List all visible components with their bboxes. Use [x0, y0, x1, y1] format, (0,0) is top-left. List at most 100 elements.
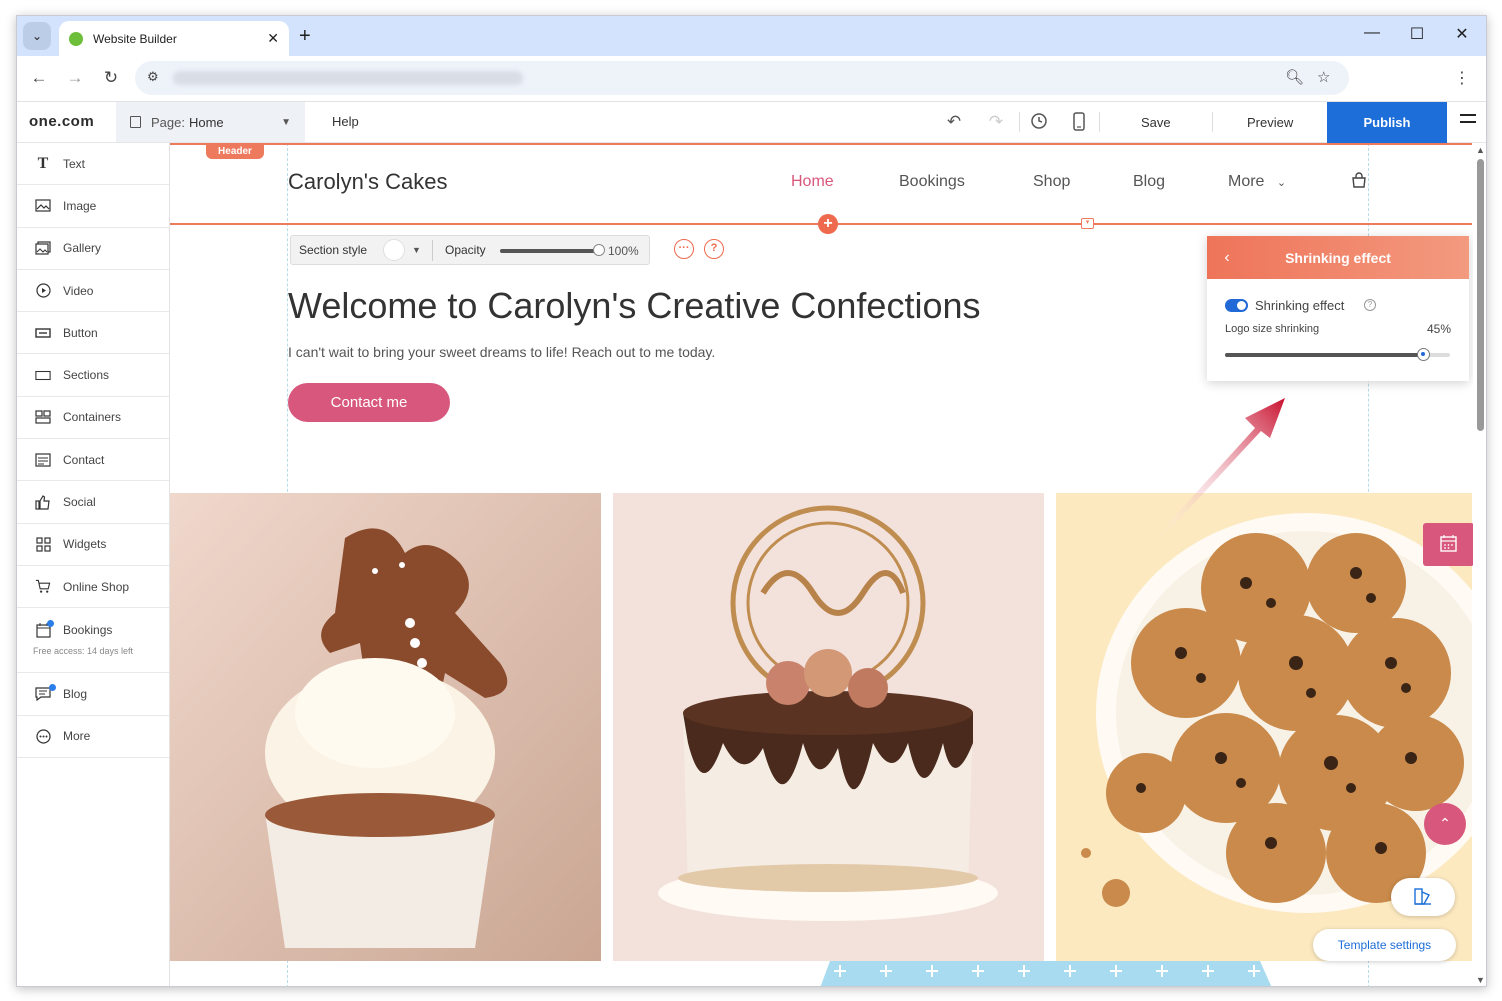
- reload-icon[interactable]: ↻: [99, 68, 123, 88]
- address-bar[interactable]: ⚙ 🔍︎ ☆: [135, 61, 1349, 95]
- hamburger-menu-icon[interactable]: [1460, 114, 1476, 128]
- template-settings-button[interactable]: Template settings: [1313, 929, 1456, 961]
- button-icon: [35, 326, 51, 340]
- sidebar-item-label: Bookings: [63, 623, 113, 638]
- hero-subtext[interactable]: I can't wait to bring your sweet dreams …: [288, 344, 715, 360]
- new-tab-button[interactable]: +: [299, 25, 311, 48]
- slider-handle[interactable]: [1417, 348, 1430, 361]
- sidebar-item-text[interactable]: T Text: [17, 143, 169, 186]
- browser-window: ⌄ Website Builder ✕ + — ☐ ✕ ← → ↻ ⚙ 🔍︎ ☆…: [16, 15, 1487, 987]
- sidebar-item-button[interactable]: Button: [17, 312, 169, 355]
- nav-item-home[interactable]: Home: [791, 173, 834, 191]
- chevron-down-icon: ⌄: [1276, 177, 1287, 189]
- cart-icon: [35, 579, 51, 594]
- page-label: Page:: [151, 114, 185, 130]
- sidebar-item-bookings[interactable]: Bookings Free access: 14 days left: [17, 608, 169, 674]
- help-link[interactable]: Help: [332, 114, 359, 129]
- scrollbar-thumb[interactable]: [1477, 159, 1484, 431]
- sidebar-item-label: Social: [63, 495, 96, 510]
- chevron-down-icon[interactable]: ▼: [412, 245, 421, 255]
- sections-icon: [35, 368, 51, 382]
- sidebar-item-label: Image: [63, 198, 97, 213]
- add-section-icon[interactable]: +: [818, 214, 838, 234]
- more-options-icon[interactable]: ···: [674, 239, 694, 259]
- maximize-button[interactable]: ☐: [1402, 24, 1432, 44]
- sidebar-item-label: Contact: [63, 452, 105, 467]
- minimize-button[interactable]: —: [1357, 24, 1387, 42]
- calendar-button[interactable]: [1423, 523, 1474, 566]
- add-section-strip[interactable]: [820, 961, 1272, 987]
- help-icon[interactable]: ?: [1364, 299, 1376, 311]
- annotation-arrow: [1155, 398, 1285, 541]
- history-icon[interactable]: [1027, 112, 1051, 135]
- browser-tab[interactable]: Website Builder ✕: [59, 21, 289, 56]
- preview-button[interactable]: Preview: [1247, 115, 1293, 130]
- shrinking-effect-toggle[interactable]: [1225, 299, 1248, 312]
- editor-canvas[interactable]: Header Carolyn's Cakes Home Bookings Sho…: [170, 143, 1486, 987]
- tab-close-icon[interactable]: ✕: [267, 30, 279, 47]
- divider: [432, 240, 433, 261]
- bookmark-star-icon[interactable]: ☆: [1317, 68, 1330, 86]
- template-settings-icon-button[interactable]: [1391, 878, 1455, 916]
- nav-item-shop[interactable]: Shop: [1033, 173, 1070, 191]
- header-toggle-icon[interactable]: ▾: [1081, 218, 1094, 229]
- tab-search-button[interactable]: ⌄: [23, 22, 51, 50]
- sidebar-item-blog[interactable]: Blog: [17, 673, 169, 716]
- logo-size-slider[interactable]: [1225, 348, 1450, 361]
- panel-title: Shrinking effect: [1285, 249, 1391, 266]
- back-chevron-icon[interactable]: ‹: [1207, 249, 1247, 267]
- redo-icon[interactable]: ↷: [984, 112, 1008, 132]
- forward-icon[interactable]: →: [63, 68, 87, 88]
- divider: [1212, 112, 1213, 132]
- zoom-icon[interactable]: 🔍︎: [1285, 68, 1304, 86]
- sidebar-item-gallery[interactable]: Gallery: [17, 228, 169, 270]
- sidebar-item-online-shop[interactable]: Online Shop: [17, 566, 169, 609]
- page-selector[interactable]: Page: Home ▼: [116, 102, 305, 142]
- publish-button[interactable]: Publish: [1327, 102, 1447, 143]
- browser-menu-icon[interactable]: ⋮: [1454, 68, 1470, 88]
- save-button[interactable]: Save: [1141, 115, 1171, 130]
- cake-image[interactable]: [613, 493, 1044, 961]
- nav-item-blog[interactable]: Blog: [1133, 173, 1165, 191]
- opacity-slider-handle[interactable]: [593, 244, 605, 256]
- section-color-swatch[interactable]: [383, 239, 405, 261]
- back-icon[interactable]: ←: [27, 68, 51, 88]
- tab-strip: ⌄ Website Builder ✕ + — ☐ ✕: [17, 16, 1486, 56]
- sidebar-item-widgets[interactable]: Widgets: [17, 524, 169, 566]
- browser-toolbar: ← → ↻ ⚙ 🔍︎ ☆ ⋮: [17, 56, 1486, 102]
- page-value: Home: [188, 114, 224, 130]
- contact-icon: [35, 453, 51, 467]
- opacity-slider[interactable]: [500, 249, 598, 253]
- header-section-tag[interactable]: Header: [206, 145, 264, 159]
- sidebar-item-sections[interactable]: Sections: [17, 354, 169, 397]
- header-border: [170, 143, 1472, 145]
- sidebar-item-video[interactable]: Video: [17, 270, 169, 313]
- page-icon: [130, 116, 141, 128]
- close-window-button[interactable]: ✕: [1447, 24, 1477, 44]
- sidebar-item-image[interactable]: Image: [17, 185, 169, 228]
- nav-item-more[interactable]: More ⌄: [1228, 173, 1286, 191]
- sidebar-item-more[interactable]: More: [17, 716, 169, 758]
- hero-heading[interactable]: Welcome to Carolyn's Creative Confection…: [288, 285, 981, 327]
- sidebar-item-label: Video: [63, 283, 94, 298]
- shopping-bag-icon[interactable]: [1351, 172, 1367, 188]
- more-icon: [35, 729, 51, 744]
- sidebar-item-social[interactable]: Social: [17, 481, 169, 524]
- sidebar-item-label: Blog: [63, 686, 88, 701]
- cupcake-image[interactable]: [170, 493, 601, 961]
- site-logo-text[interactable]: Carolyn's Cakes: [288, 169, 447, 195]
- video-icon: [35, 283, 51, 298]
- scroll-up-icon[interactable]: ▲: [1476, 145, 1485, 155]
- nav-item-bookings[interactable]: Bookings: [899, 173, 965, 191]
- site-info-icon[interactable]: ⚙: [147, 69, 159, 85]
- help-icon[interactable]: ?: [704, 239, 724, 259]
- scroll-to-top-button[interactable]: ⌃: [1424, 803, 1466, 845]
- sidebar-item-contact[interactable]: Contact: [17, 439, 169, 482]
- sidebar-item-containers[interactable]: Containers: [17, 397, 169, 440]
- undo-icon[interactable]: ↶: [942, 112, 966, 132]
- mobile-view-icon[interactable]: [1067, 112, 1091, 136]
- canvas-scrollbar[interactable]: ▲ ▼: [1473, 143, 1486, 986]
- scroll-down-icon[interactable]: ▼: [1476, 975, 1485, 985]
- tab-title: Website Builder: [93, 31, 177, 46]
- contact-me-button[interactable]: Contact me: [288, 383, 450, 422]
